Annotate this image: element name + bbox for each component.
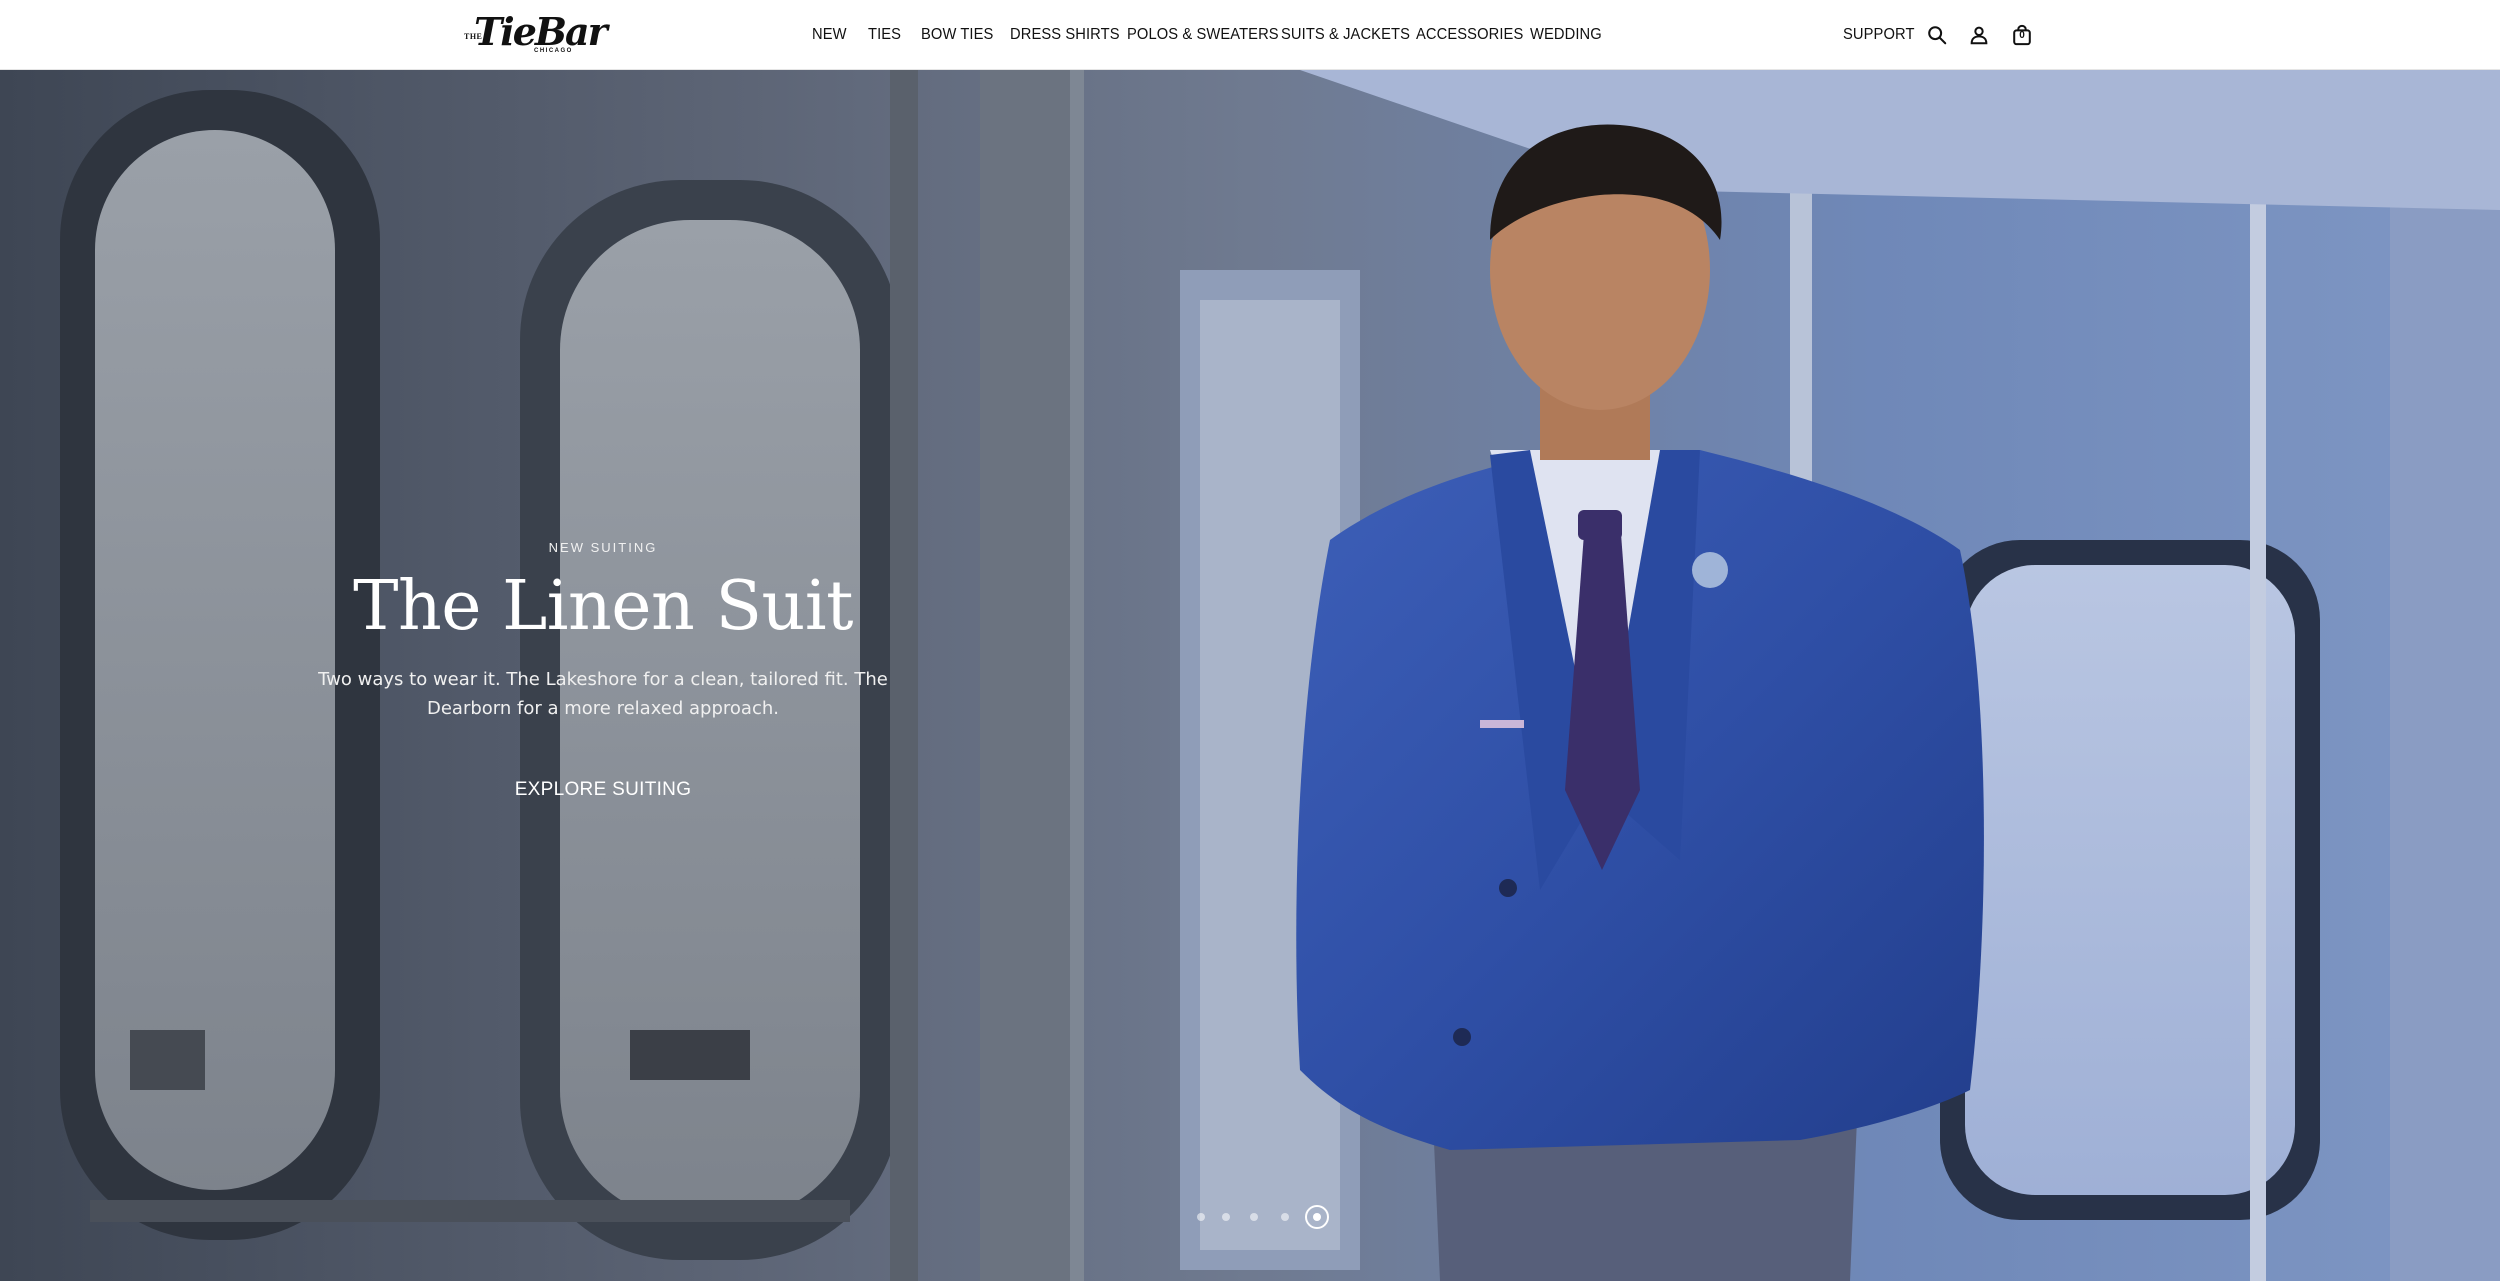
- hero-eyebrow: NEW SUITING: [548, 540, 658, 555]
- slide-dot-3[interactable]: [1250, 1213, 1258, 1221]
- slide-dot-5-active[interactable]: [1305, 1205, 1329, 1229]
- site-header: THE TieBar CHICAGO NEW TIES BOW TIES DRE…: [0, 0, 2500, 70]
- hero-subcopy: Two ways to wear it. The Lakeshore for a…: [318, 669, 888, 719]
- nav-item-dress-shirts[interactable]: DRESS SHIRTS: [1010, 25, 1120, 45]
- explore-suiting-link[interactable]: EXPLORE SUITING: [515, 779, 692, 801]
- nav-item-accessories[interactable]: ACCESSORIES: [1416, 25, 1523, 45]
- hero-copy: NEW SUITING The Linen Suit Two ways to w…: [200, 540, 1006, 801]
- support-link[interactable]: SUPPORT: [1843, 25, 1915, 45]
- nav-item-polos-sweaters[interactable]: POLOS & SWEATERS: [1127, 25, 1279, 45]
- nav-item-ties[interactable]: TIES: [868, 25, 901, 45]
- active-dot-center: [1313, 1213, 1321, 1221]
- cart-count: 0: [2019, 30, 2025, 41]
- search-button[interactable]: [1924, 22, 1950, 48]
- search-icon: [1928, 26, 1947, 45]
- main-nav: NEW TIES BOW TIES DRESS SHIRTS POLOS & S…: [0, 0, 2500, 70]
- account-button[interactable]: [1966, 22, 1992, 48]
- cart-button[interactable]: 0: [2009, 22, 2035, 48]
- nav-item-suits-jackets[interactable]: SUITS & JACKETS: [1281, 25, 1410, 45]
- nav-item-wedding[interactable]: WEDDING: [1530, 25, 1602, 45]
- account-icon: [1970, 26, 1988, 45]
- slide-dot-4[interactable]: [1281, 1213, 1289, 1221]
- slide-dot-1[interactable]: [1197, 1213, 1205, 1221]
- hero-headline: The Linen Suit: [353, 567, 853, 646]
- hero-banner: NEW SUITING The Linen Suit Two ways to w…: [0, 70, 2500, 1281]
- nav-item-bow-ties[interactable]: BOW TIES: [921, 25, 993, 45]
- nav-item-new[interactable]: NEW: [812, 25, 847, 45]
- slide-dot-2[interactable]: [1222, 1213, 1230, 1221]
